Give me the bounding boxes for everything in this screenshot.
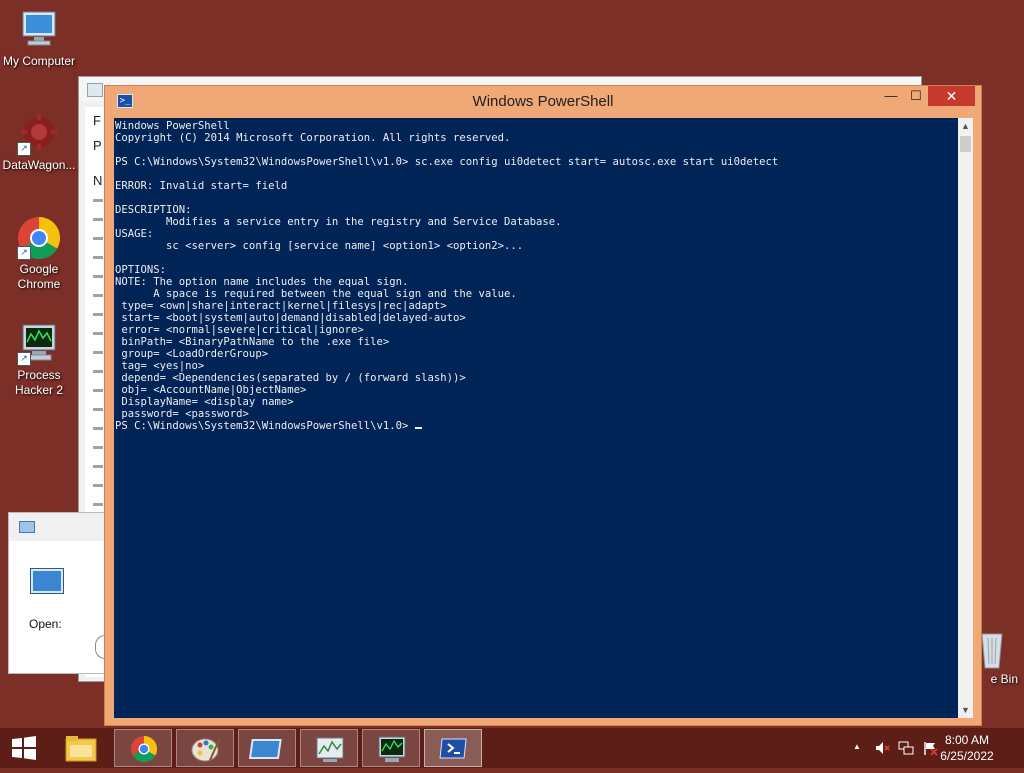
clock-time: 8:00 AM — [944, 733, 990, 747]
powershell-icon — [439, 738, 467, 759]
console-prompt: PS C:\Windows\System32\WindowsPowerShell… — [115, 420, 415, 432]
volume-muted-icon[interactable] — [874, 740, 890, 759]
shortcut-arrow-icon: ↗ — [17, 246, 31, 260]
paint-palette-icon — [191, 737, 221, 762]
shortcut-arrow-icon: ↗ — [17, 142, 31, 156]
text-cursor — [414, 427, 422, 429]
windows-logo-icon — [12, 736, 36, 760]
desktop-icon-my-computer[interactable]: My Computer — [0, 8, 78, 69]
menu-letter[interactable]: F — [93, 113, 101, 128]
menu-letter[interactable]: P — [93, 138, 102, 153]
scroll-down-arrow-icon[interactable]: ▼ — [958, 702, 973, 718]
desktop-icon-datawagon[interactable]: ↗ DataWagon... — [0, 112, 78, 173]
datawagon-icon: ↗ — [17, 112, 61, 156]
scroll-up-arrow-icon[interactable]: ▲ — [958, 118, 973, 134]
clock-date: 6/25/2022 — [940, 749, 994, 763]
process-hacker-icon — [378, 736, 406, 762]
computer-icon — [17, 8, 61, 52]
start-button[interactable] — [6, 734, 42, 762]
shortcut-arrow-icon: ↗ — [17, 352, 31, 366]
desktop-icon-label: DataWagon... — [2, 158, 76, 172]
network-icon[interactable] — [898, 740, 914, 759]
minimize-button[interactable]: — — [877, 86, 905, 106]
taskbar-task-manager[interactable] — [300, 729, 358, 767]
desktop-icon-process-hacker[interactable]: ↗ Process Hacker 2 — [0, 322, 78, 398]
run-dialog-big-icon — [31, 569, 63, 593]
desktop-icon-google-chrome[interactable]: ↗ Google Chrome — [0, 216, 78, 292]
run-dialog-titlebar — [9, 513, 105, 541]
taskbar-powershell[interactable] — [424, 729, 482, 767]
console-history: Windows PowerShell Copyright (C) 2014 Mi… — [115, 120, 779, 420]
maximize-button[interactable]: ☐ — [902, 86, 930, 106]
folder-icon — [65, 736, 97, 762]
system-tray: ▲ — [850, 728, 940, 768]
taskbar: ▲ 8:00 AM 6/25/2022 — [0, 728, 1024, 768]
powershell-window[interactable]: >_ Windows PowerShell — ☐ ✕ Windows Powe… — [104, 85, 982, 726]
powershell-titlebar[interactable]: >_ Windows PowerShell — ☐ ✕ — [105, 86, 981, 116]
taskbar-clock[interactable]: 8:00 AM 6/25/2022 — [932, 732, 1002, 764]
taskbar-paint[interactable] — [176, 729, 234, 767]
taskbar-run[interactable] — [238, 729, 296, 767]
desktop-icon-label: Google Chrome — [17, 262, 61, 291]
scrollbar-thumb[interactable] — [960, 136, 971, 152]
run-dialog-window[interactable]: Open: — [8, 512, 108, 674]
window-title: Windows PowerShell — [472, 93, 614, 110]
recycle-bin-icon — [980, 630, 1004, 670]
desktop-icon-label: My Computer — [2, 54, 76, 68]
process-hacker-icon: ↗ — [17, 322, 61, 366]
chrome-icon: ↗ — [17, 216, 61, 260]
task-manager-icon — [316, 737, 344, 762]
taskbar-file-explorer[interactable] — [52, 729, 110, 767]
chrome-icon — [131, 735, 158, 763]
vertical-scrollbar[interactable]: ▲ ▼ — [958, 118, 973, 718]
window-icon — [87, 83, 103, 97]
menu-letter[interactable]: N — [93, 173, 102, 188]
show-hidden-icons-button[interactable]: ▲ — [853, 742, 861, 751]
desktop-icon-label: Process Hacker 2 — [14, 368, 64, 397]
console-area[interactable]: Windows PowerShell Copyright (C) 2014 Mi… — [114, 118, 958, 718]
taskbar-process-hacker[interactable] — [362, 729, 420, 767]
taskbar-chrome[interactable] — [114, 729, 172, 767]
run-icon — [19, 521, 35, 533]
run-open-label: Open: — [29, 617, 62, 631]
console-output: Windows PowerShell Copyright (C) 2014 Mi… — [114, 118, 778, 432]
close-button[interactable]: ✕ — [928, 86, 975, 106]
desktop: My Computer ↗ DataWagon... ↗ Google Chro… — [0, 0, 1024, 728]
run-dialog-icon — [248, 739, 282, 759]
